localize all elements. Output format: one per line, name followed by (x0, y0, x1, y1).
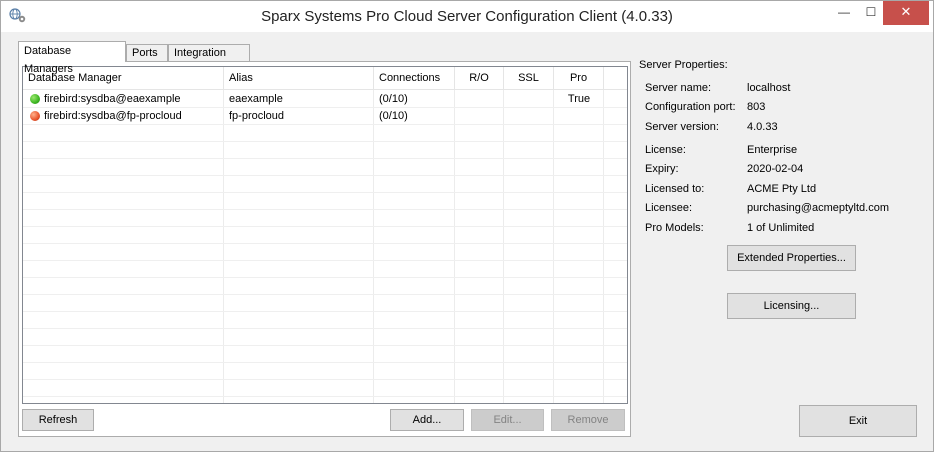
tab-database-managers[interactable]: Database Managers (18, 41, 126, 75)
grid-row-line (23, 345, 627, 346)
cell-manager: firebird:sysdba@eaexample (44, 93, 181, 105)
prop-label-licensee: Licensee: (645, 202, 693, 214)
prop-label-server-version: Server version: (645, 121, 719, 133)
cell-alias: fp-procloud (229, 110, 285, 122)
prop-value-licensed-to: ACME Pty Ltd (747, 183, 817, 195)
grid-row-line (23, 396, 627, 397)
remove-button[interactable]: Remove (551, 409, 625, 431)
database-managers-table[interactable]: Database Manager Alias Connections R/O S… (22, 66, 628, 404)
grid-row-line (23, 294, 627, 295)
grid-row-line (23, 328, 627, 329)
prop-value-pro-models: 1 of Unlimited (747, 222, 815, 234)
table-row[interactable]: firebird:sysdba@fp-procloud fp-procloud … (23, 108, 627, 125)
prop-label-licensed-to: Licensed to: (645, 183, 705, 195)
grid-column-line (503, 90, 504, 403)
cell-manager: firebird:sysdba@fp-procloud (44, 110, 182, 122)
prop-label-expiry: Expiry: (645, 163, 679, 175)
column-header-filler (604, 67, 627, 90)
server-properties-title: Server Properties: (639, 59, 728, 71)
table-header: Database Manager Alias Connections R/O S… (23, 67, 627, 90)
grid-row-line (23, 158, 627, 159)
cell-ro (455, 108, 504, 125)
cell-ro (455, 91, 504, 108)
edit-button[interactable]: Edit... (471, 409, 544, 431)
prop-value-license: Enterprise (747, 144, 798, 156)
exit-button[interactable]: Exit (799, 405, 917, 437)
refresh-button[interactable]: Refresh (22, 409, 94, 431)
cell-connections: (0/10) (379, 110, 408, 122)
grid-row-line (23, 141, 627, 142)
cell-connections: (0/10) (379, 93, 408, 105)
grid-column-line (454, 90, 455, 403)
column-header-connections[interactable]: Connections (374, 67, 455, 90)
grid-column-line (373, 90, 374, 403)
grid-row-line (23, 362, 627, 363)
window-title: Sparx Systems Pro Cloud Server Configura… (261, 8, 673, 25)
prop-value-server-version: 4.0.33 (747, 121, 778, 133)
minimize-button[interactable]: — (829, 1, 859, 25)
cell-ssl (504, 91, 554, 108)
licensing-button[interactable]: Licensing... (727, 293, 856, 319)
table-row[interactable]: firebird:sysdba@eaexample eaexample (0/1… (23, 91, 627, 108)
grid-column-line (223, 90, 224, 403)
cell-ssl (504, 108, 554, 125)
prop-value-config-port: 803 (747, 101, 766, 113)
add-button[interactable]: Add... (390, 409, 464, 431)
grid-row-line (23, 192, 627, 193)
grid-row-line (23, 209, 627, 210)
cell-pro (554, 108, 604, 125)
grid-column-line (603, 90, 604, 403)
grid-row-line (23, 260, 627, 261)
grid-row-line (23, 379, 627, 380)
column-header-ssl[interactable]: SSL (504, 67, 554, 90)
grid-row-line (23, 243, 627, 244)
prop-label-server-name: Server name: (645, 82, 712, 94)
grid-column-line (553, 90, 554, 403)
main-window: Sparx Systems Pro Cloud Server Configura… (0, 0, 934, 452)
grid-row-line (23, 175, 627, 176)
prop-value-licensee: purchasing@acmeptyltd.com (747, 202, 890, 214)
column-header-ro[interactable]: R/O (455, 67, 504, 90)
cell-pro: True (567, 93, 591, 105)
tab-integration[interactable]: Integration (168, 44, 250, 62)
prop-label-config-port: Configuration port: (645, 101, 736, 113)
prop-label-license: License: (645, 144, 686, 156)
tab-ports[interactable]: Ports (126, 44, 168, 62)
close-button[interactable]: ✕ (883, 1, 929, 25)
grid-row-line (23, 226, 627, 227)
maximize-button[interactable]: ☐ (856, 1, 886, 25)
grid-row-line (23, 277, 627, 278)
cell-alias: eaexample (229, 93, 283, 105)
column-header-pro[interactable]: Pro (554, 67, 604, 90)
grid-row-line (23, 311, 627, 312)
prop-value-server-name: localhost (747, 82, 791, 94)
column-header-alias[interactable]: Alias (224, 67, 374, 90)
extended-properties-button[interactable]: Extended Properties... (727, 245, 856, 271)
prop-value-expiry: 2020-02-04 (747, 163, 804, 175)
title-bar: Sparx Systems Pro Cloud Server Configura… (1, 1, 933, 32)
database-managers-panel: Database Manager Alias Connections R/O S… (18, 61, 631, 437)
prop-label-pro-models: Pro Models: (645, 222, 704, 234)
